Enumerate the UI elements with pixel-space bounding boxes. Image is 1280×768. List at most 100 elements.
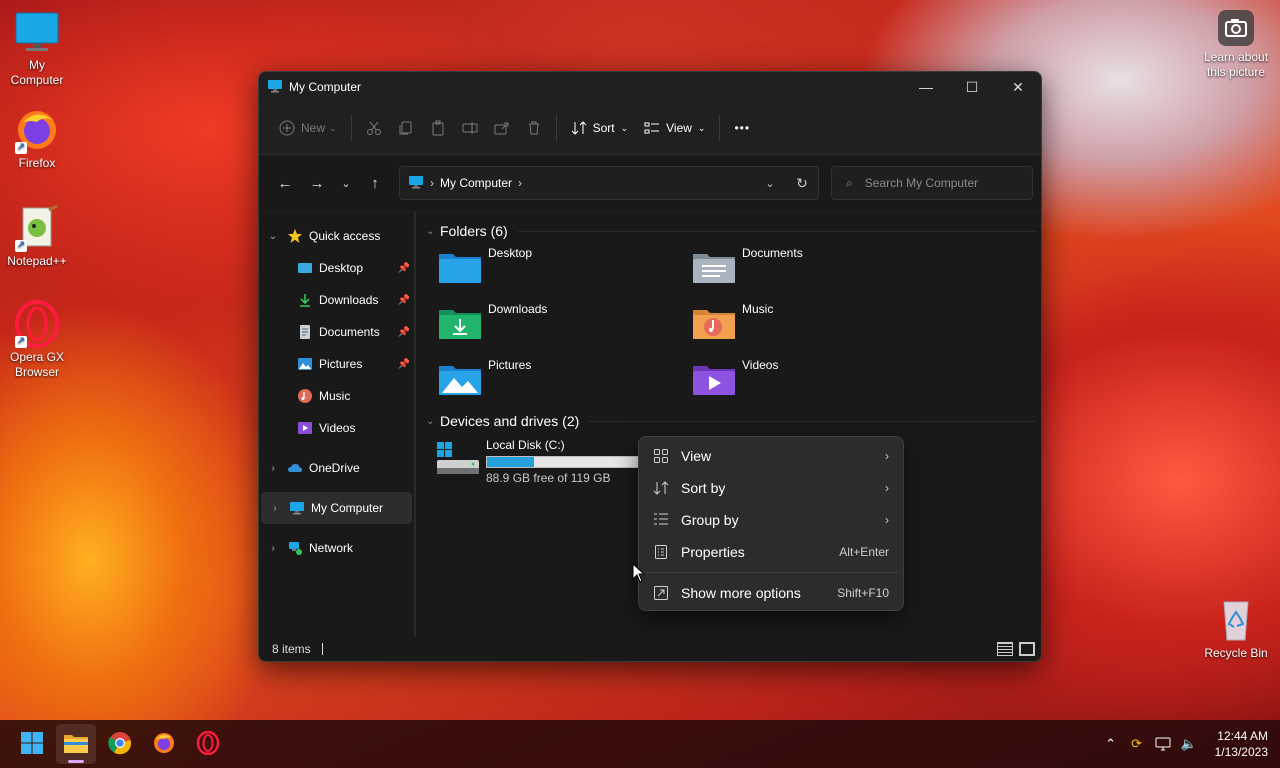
chevron-right-icon[interactable]: ›: [261, 503, 289, 514]
desktop-icon-firefox[interactable]: ↗ Firefox: [1, 106, 73, 171]
arrow-left-icon: ←: [277, 174, 293, 192]
title-bar[interactable]: My Computer — ☐ ✕: [259, 72, 1041, 102]
camera-icon: [1216, 8, 1256, 48]
sidebar-item-desktop[interactable]: Desktop 📌: [259, 252, 414, 284]
chevron-up-icon[interactable]: ⌃: [1103, 736, 1119, 752]
start-button[interactable]: [12, 724, 52, 764]
navigation-pane[interactable]: ⌄ Quick access Desktop 📌 Downloads 📌 Doc…: [259, 212, 416, 637]
minimize-button[interactable]: —: [903, 72, 949, 102]
chevron-down-icon[interactable]: ⌄: [259, 231, 287, 242]
sidebar-item-pictures[interactable]: Pictures 📌: [259, 348, 414, 380]
volume-icon[interactable]: 🔈: [1181, 736, 1197, 752]
folder-desktop[interactable]: Desktop: [438, 246, 692, 302]
network-monitor-icon[interactable]: [1155, 736, 1171, 752]
sidebar-item-label: OneDrive: [309, 461, 360, 475]
desktop-icon-learn-picture[interactable]: Learn about this picture: [1200, 8, 1272, 80]
chevron-down-icon[interactable]: ⌄: [426, 416, 440, 427]
sidebar-item-onedrive[interactable]: › OneDrive: [259, 452, 414, 484]
chevron-right-icon[interactable]: ›: [259, 463, 287, 474]
shortcut-hint: Alt+Enter: [839, 545, 889, 559]
tiles-view-icon[interactable]: [1019, 642, 1035, 656]
up-button[interactable]: ↑: [359, 167, 391, 199]
pin-icon: 📌: [397, 358, 410, 370]
back-button[interactable]: ←: [269, 167, 301, 199]
chevron-right-icon: ›: [885, 481, 889, 495]
sidebar-item-label: Downloads: [319, 293, 379, 307]
chevron-right-icon: ›: [885, 449, 889, 463]
rename-icon: [462, 122, 478, 134]
folder-downloads[interactable]: Downloads: [438, 302, 692, 358]
copy-button[interactable]: [390, 111, 422, 145]
chevron-down-icon: ⌄: [329, 122, 337, 133]
sync-icon[interactable]: ⟳: [1129, 736, 1145, 752]
address-history-chevron-icon[interactable]: ⌄: [754, 177, 786, 190]
folder-videos[interactable]: Videos: [692, 358, 946, 414]
folder-pictures[interactable]: Pictures: [438, 358, 692, 414]
sort-button[interactable]: Sort ⌄: [563, 111, 637, 145]
details-view-icon[interactable]: [997, 642, 1013, 656]
folders-group-header[interactable]: ⌄ Folders (6): [422, 218, 1035, 244]
opera-gx-icon: ↗: [13, 300, 61, 348]
clock[interactable]: 12:44 AM 1/13/2023: [1215, 728, 1268, 760]
forward-button[interactable]: →: [301, 167, 333, 199]
refresh-icon[interactable]: ↻: [786, 175, 818, 192]
sidebar-item-downloads[interactable]: Downloads 📌: [259, 284, 414, 316]
view-button[interactable]: View ⌄: [636, 111, 713, 145]
context-menu: View › Sort by › Group by › Properties A…: [638, 436, 904, 611]
desktop-icon-notepadpp[interactable]: ↗ Notepad++: [1, 204, 73, 269]
desktop-icon-my-computer[interactable]: My Computer: [1, 8, 73, 88]
desktop-folder-icon: [297, 260, 313, 276]
clock-time: 12:44 AM: [1217, 729, 1268, 743]
sidebar-item-my-computer[interactable]: › My Computer: [261, 492, 412, 524]
rename-button[interactable]: [454, 111, 486, 145]
sidebar-item-music[interactable]: Music: [259, 380, 414, 412]
sidebar-item-network[interactable]: › Network: [259, 532, 414, 564]
properties-icon: [653, 544, 669, 560]
desktop-icon-opera-gx[interactable]: ↗ Opera GX Browser: [1, 300, 73, 380]
divider: [517, 230, 1035, 232]
taskbar: ⌃ ⟳ 🔈 12:44 AM 1/13/2023: [0, 720, 1280, 768]
sidebar-item-documents[interactable]: Documents 📌: [259, 316, 414, 348]
context-menu-view[interactable]: View ›: [639, 440, 903, 472]
folder-music[interactable]: Music: [692, 302, 946, 358]
context-menu-sort-by[interactable]: Sort by ›: [639, 472, 903, 504]
share-icon: [494, 122, 509, 135]
desktop-icon-label: Browser: [14, 365, 59, 379]
taskbar-firefox[interactable]: [144, 724, 184, 764]
taskbar-chrome[interactable]: [100, 724, 140, 764]
new-button[interactable]: New ⌄: [271, 111, 345, 145]
close-button[interactable]: ✕: [995, 72, 1041, 102]
taskbar-file-explorer[interactable]: [56, 724, 96, 764]
context-menu-properties[interactable]: Properties Alt+Enter: [639, 536, 903, 568]
chevron-right-icon[interactable]: ›: [259, 543, 287, 554]
documents-folder-icon: [692, 248, 736, 286]
desktop-icon-recycle-bin[interactable]: Recycle Bin: [1200, 596, 1272, 661]
recent-locations-button[interactable]: ⌄: [333, 167, 359, 199]
expand-icon: [653, 585, 669, 601]
sidebar-item-quick-access[interactable]: ⌄ Quick access: [259, 220, 414, 252]
taskbar-opera-gx[interactable]: [188, 724, 228, 764]
paste-button[interactable]: [422, 111, 454, 145]
sidebar-item-videos[interactable]: Videos: [259, 412, 414, 444]
monitor-icon: [289, 500, 305, 516]
maximize-button[interactable]: ☐: [949, 72, 995, 102]
search-input[interactable]: ⌕ Search My Computer: [831, 166, 1033, 200]
sort-icon: [571, 121, 586, 135]
cut-button[interactable]: [358, 111, 390, 145]
chevron-down-icon: ⌄: [341, 177, 351, 190]
sort-button-label: Sort: [592, 121, 615, 135]
share-button[interactable]: [486, 111, 518, 145]
music-icon: [297, 388, 313, 404]
chevron-right-icon[interactable]: ›: [518, 176, 522, 190]
video-icon: [297, 420, 313, 436]
context-menu-group-by[interactable]: Group by ›: [639, 504, 903, 536]
pin-icon: 📌: [397, 262, 410, 274]
breadcrumb-my-computer[interactable]: My Computer: [440, 176, 512, 190]
more-options-button[interactable]: •••: [726, 111, 758, 145]
sidebar-item-label: My Computer: [311, 501, 384, 515]
delete-button[interactable]: [518, 111, 550, 145]
address-bar[interactable]: › My Computer › ⌄ ↻: [399, 166, 819, 200]
folder-documents[interactable]: Documents: [692, 246, 946, 302]
chevron-down-icon[interactable]: ⌄: [426, 226, 440, 237]
context-menu-show-more-options[interactable]: Show more options Shift+F10: [639, 577, 903, 609]
